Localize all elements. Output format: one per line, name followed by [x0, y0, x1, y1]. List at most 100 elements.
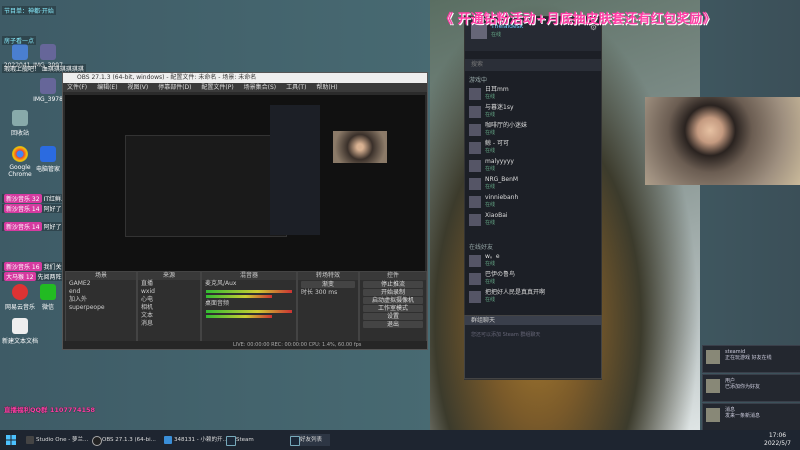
- duration-input[interactable]: 300 ms: [315, 289, 337, 296]
- scene-item[interactable]: GAME2: [66, 280, 136, 288]
- audio-meter: [206, 290, 292, 293]
- group-chat-header[interactable]: 群组聊天: [465, 316, 601, 325]
- friend-item[interactable]: 日耳mm 在线: [465, 86, 601, 104]
- mixer-channel-label: 麦克风/Aux: [205, 280, 237, 287]
- avatar: [706, 379, 720, 393]
- mixer-channel-label: 桌面音频: [205, 300, 230, 307]
- desktop-icon-text-file[interactable]: 新建文本文档: [2, 318, 38, 345]
- steam-notification[interactable]: 消息 发来一条新消息: [702, 403, 800, 431]
- start-recording-button[interactable]: 开始录制: [363, 289, 423, 296]
- steam-group-chat-panel[interactable]: 群组聊天 您还可以添加 Steam 群组聊天: [464, 315, 602, 379]
- duration-label: 时长: [301, 289, 314, 296]
- avatar: [469, 291, 481, 303]
- avatar: [469, 88, 481, 100]
- friend-item[interactable]: vinniebanh 在线: [465, 194, 601, 212]
- menu-view[interactable]: 视图(V): [127, 84, 148, 91]
- friend-item[interactable]: w。e 在线: [465, 253, 601, 271]
- taskbar-item-browser[interactable]: 348131 - 小赖的开...: [164, 434, 228, 446]
- audio-meter: [206, 310, 292, 313]
- chat-line: 节目单：神都·开始: [2, 6, 56, 15]
- friend-item[interactable]: 咖啡厅的小迷妹 在线: [465, 122, 601, 140]
- taskbar: Studio One - 萝兰... OBS 27.1.3 (64-bi... …: [0, 430, 800, 450]
- taskbar-item-friends-list[interactable]: 好友列表: [290, 434, 331, 446]
- menu-scene-collection[interactable]: 场景集合(S): [244, 84, 277, 91]
- avatar: [706, 408, 720, 422]
- friend-item[interactable]: 把把好人民是真真开啊 在线: [465, 289, 601, 307]
- studio-one-icon: [26, 436, 34, 444]
- avatar: [469, 178, 481, 190]
- audio-mixer-panel: 混音器 麦克风/Aux 桌面音频: [201, 271, 297, 349]
- avatar: [469, 196, 481, 208]
- nested-webcam: [333, 131, 387, 163]
- webcam-feed: [645, 97, 800, 185]
- transitions-panel: 转场特效 渐变 时长 300 ms: [297, 271, 359, 349]
- studio-mode-button[interactable]: 工作室模式: [363, 305, 423, 312]
- exit-button[interactable]: 退出: [363, 321, 423, 328]
- stop-streaming-button[interactable]: 停止推流: [363, 281, 423, 288]
- steam-friends-icon: [290, 436, 300, 446]
- friend-item[interactable]: NRG_BenM 在线: [465, 176, 601, 194]
- menu-profile[interactable]: 配置文件(P): [201, 84, 233, 91]
- source-item[interactable]: wxid: [138, 288, 200, 296]
- group-chat-hint: 您还可以添加 Steam 群组聊天: [471, 332, 541, 338]
- transition-select[interactable]: 渐变: [301, 281, 355, 288]
- avatar: [469, 273, 481, 285]
- friend-item[interactable]: 鲸 - 可可 在线: [465, 140, 601, 158]
- friend-search-input[interactable]: 搜索: [465, 59, 601, 71]
- chat-line: 大马猴 12 先阅两阵: [2, 272, 64, 281]
- taskbar-item-obs[interactable]: OBS 27.1.3 (64-bi...: [92, 434, 156, 446]
- chat-line: 新沙音乐 16 我们关注: [2, 262, 70, 271]
- settings-button[interactable]: 设置: [363, 313, 423, 320]
- volume-slider[interactable]: [206, 295, 272, 298]
- friend-item[interactable]: malyyyyy 在线: [465, 158, 601, 176]
- source-item[interactable]: 消息: [138, 320, 200, 328]
- scenes-panel: 场景 GAME2 end 加入外 superpeope: [65, 271, 137, 349]
- obs-title-bar: OBS 27.1.3 (64-bit, windows) - 配置文件: 未命名…: [63, 73, 427, 83]
- system-clock[interactable]: 17:06 2022/5/7: [764, 432, 791, 448]
- avatar: [469, 255, 481, 267]
- browser-icon: [164, 436, 172, 444]
- steam-notification[interactable]: steamid 正在玩游戏 好友在线: [702, 345, 800, 373]
- desktop-icon-wechat[interactable]: 微信: [30, 284, 66, 311]
- avatar: [706, 350, 720, 364]
- steam-user-status: 在线: [491, 32, 502, 38]
- nested-preview: [125, 135, 287, 237]
- menu-file[interactable]: 文件(F): [67, 84, 87, 91]
- desktop-icon-image2[interactable]: IMG_3978: [30, 78, 66, 103]
- group-header-ingame[interactable]: 游戏中: [465, 71, 601, 86]
- friend-item[interactable]: XiaoBai 在线: [465, 212, 601, 230]
- group-header-online[interactable]: 在线好友: [465, 238, 601, 253]
- promo-banner: 《 开通钻粉活动+月底抽皮肤套还有红包奖励》: [440, 12, 716, 27]
- obs-window[interactable]: OBS 27.1.3 (64-bit, windows) - 配置文件: 未命名…: [62, 72, 428, 350]
- menu-tools[interactable]: 工具(T): [286, 84, 306, 91]
- taskbar-item-studio-one[interactable]: Studio One - 萝兰...: [26, 434, 88, 446]
- windows-start-icon[interactable]: [6, 435, 16, 445]
- avatar: [469, 106, 481, 118]
- nested-steam-panel: [270, 105, 320, 235]
- menu-edit[interactable]: 编辑(E): [97, 84, 117, 91]
- source-item[interactable]: 相机: [138, 304, 200, 312]
- chat-line: 房子看一点: [2, 36, 37, 45]
- avatar: [469, 214, 481, 226]
- source-item[interactable]: 直播: [138, 280, 200, 288]
- desktop-icon-recycle-bin[interactable]: 回收站: [2, 110, 38, 137]
- friend-item[interactable]: 与暮迷1sy 在线: [465, 104, 601, 122]
- obs-status-bar: LIVE: 00:00:00 REC: 00:00:00 CPU: 1.4%, …: [63, 341, 427, 349]
- obs-preview[interactable]: [65, 95, 425, 271]
- scene-item[interactable]: 加入外: [66, 296, 136, 304]
- volume-slider[interactable]: [206, 315, 272, 318]
- source-item[interactable]: 文本: [138, 312, 200, 320]
- source-item[interactable]: 心电: [138, 296, 200, 304]
- friend-item[interactable]: 巴伊の鲁鸟 在线: [465, 271, 601, 289]
- menu-docks[interactable]: 停靠部件(D): [158, 84, 191, 91]
- menu-help[interactable]: 帮助(H): [316, 84, 337, 91]
- obs-menu-bar: 文件(F) 编辑(E) 视图(V) 停靠部件(D) 配置文件(P) 场景集合(S…: [63, 83, 427, 92]
- taskbar-item-steam[interactable]: Steam: [226, 434, 254, 446]
- qq-group-promo: 直播福利QQ群 1107774158: [4, 406, 96, 414]
- scene-item[interactable]: end: [66, 288, 136, 296]
- controls-panel: 控件 停止推流 开始录制 启动虚拟摄像机 工作室模式 设置 退出: [359, 271, 427, 349]
- desktop-icon-pc-manager[interactable]: 电脑管家: [30, 146, 66, 173]
- scene-item[interactable]: superpeope: [66, 304, 136, 312]
- virtual-camera-button[interactable]: 启动虚拟摄像机: [363, 297, 423, 304]
- steam-notification[interactable]: 用户 已添加你为好友: [702, 374, 800, 402]
